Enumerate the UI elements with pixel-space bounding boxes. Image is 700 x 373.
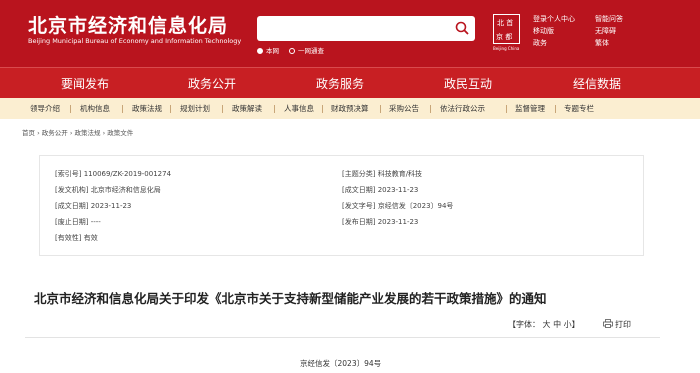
meta-index: [索引号] 110069/ZK-2019-001274 — [55, 170, 172, 178]
meta-expire-date: [废止日期] ---- — [55, 218, 101, 226]
site-logo-title[interactable]: 北京市经济和信息化局 — [28, 11, 228, 38]
weibo-link[interactable]: 政务 — [533, 37, 575, 49]
smart-qa-link[interactable]: 智能问答 — [595, 13, 623, 25]
sub-nav: 领导介绍 机构信息 政策法规 规划计划 政策解读 人事信息 财政预决算 采购公告… — [0, 98, 700, 119]
capital-seal-caption: Beijing China — [493, 46, 520, 51]
breadcrumb-policies[interactable]: 政策法规 — [75, 129, 101, 137]
meta-issuer: [发文机构] 北京市经济和信息化局 — [55, 186, 161, 194]
subnav-legal-admin[interactable]: 依法行政公示 — [440, 103, 485, 114]
subnav-supervision[interactable]: 监督管理 — [515, 103, 545, 114]
meta-written-date: [成文日期] 2023-11-23 — [55, 202, 132, 210]
meta-category: [主题分类] 科技教育/科技 — [342, 170, 423, 178]
breadcrumb-home[interactable]: 首页 — [22, 129, 35, 137]
subnav-divider — [322, 105, 323, 113]
subnav-divider — [506, 105, 507, 113]
main-nav: 要闻发布 政务公开 政务服务 政民互动 经信数据 — [0, 67, 700, 98]
nav-news[interactable]: 要闻发布 — [61, 75, 109, 92]
meta-doc-number: [发文字号] 京经信发〔2023〕94号 — [342, 202, 454, 210]
print-label: 打印 — [615, 320, 631, 329]
breadcrumb: 首页 › 政务公开 › 政策法规 › 政策文件 — [22, 127, 133, 137]
subnav-topics[interactable]: 专题专栏 — [564, 103, 594, 114]
printer-icon — [603, 319, 613, 328]
search-scope-site[interactable]: 本网 — [257, 45, 279, 55]
meta-release-date: [发布日期] 2023-11-23 — [342, 218, 419, 226]
meta-validity: [有效性] 有效 — [55, 234, 98, 242]
mobile-link[interactable]: 移动版 — [533, 25, 575, 37]
article-title: 北京市经济和信息化局关于印发《北京市关于支持新型储能产业发展的若干政策措施》的通… — [34, 291, 547, 306]
subnav-divider — [430, 105, 431, 113]
site-logo-subtitle: Beijing Municipal Bureau of Economy and … — [28, 37, 242, 45]
header-links-right: 智能问答 无障碍 繁体 — [595, 13, 623, 49]
subnav-divider — [222, 105, 223, 113]
header-links-left: 登录个人中心 移动版 政务 — [533, 13, 575, 49]
font-size-control: 【字体： 大 中 小】 — [508, 319, 580, 330]
subnav-budget[interactable]: 财政预决算 — [331, 103, 369, 114]
breadcrumb-policy-docs[interactable]: 政策文件 — [107, 129, 133, 137]
subnav-divider — [170, 105, 171, 113]
subnav-divider — [70, 105, 71, 113]
nav-interaction[interactable]: 政民互动 — [444, 75, 492, 92]
search-icon[interactable] — [455, 21, 469, 35]
document-metadata-box: [索引号] 110069/ZK-2019-001274 [发文机构] 北京市经济… — [39, 155, 644, 256]
search-input[interactable] — [257, 16, 475, 41]
subnav-institutions[interactable]: 机构信息 — [80, 103, 110, 114]
font-size-label: 【字体： — [508, 320, 540, 329]
nav-data[interactable]: 经信数据 — [573, 75, 621, 92]
subnav-personnel[interactable]: 人事信息 — [284, 103, 314, 114]
font-size-medium-button[interactable]: 中 — [553, 320, 561, 329]
nav-gov-services[interactable]: 政务服务 — [316, 75, 364, 92]
meta-publish-date: [成文日期] 2023-11-23 — [342, 186, 419, 194]
accessibility-link[interactable]: 无障碍 — [595, 25, 623, 37]
subnav-divider — [274, 105, 275, 113]
breadcrumb-gov-affairs[interactable]: 政务公开 — [42, 129, 68, 137]
font-size-large-button[interactable]: 大 — [543, 320, 551, 329]
login-link[interactable]: 登录个人中心 — [533, 13, 575, 25]
nav-gov-affairs[interactable]: 政务公开 — [188, 75, 236, 92]
site-header: 北京市经济和信息化局 Beijing Municipal Bureau of E… — [0, 0, 700, 67]
document-number: 京经信发〔2023〕94号 — [300, 359, 382, 368]
capital-seal-logo: 北 首 京 都 — [493, 14, 520, 44]
traditional-chinese-link[interactable]: 繁体 — [595, 37, 623, 49]
subnav-divider — [555, 105, 556, 113]
search-scope-all[interactable]: 一网通查 — [289, 45, 324, 55]
subnav-policies[interactable]: 政策法规 — [132, 103, 162, 114]
font-size-small-button[interactable]: 小】 — [564, 320, 580, 329]
subnav-divider — [380, 105, 381, 113]
radio-selected-icon — [257, 48, 263, 54]
subnav-procurement[interactable]: 采购公告 — [389, 103, 419, 114]
radio-unselected-icon — [289, 48, 295, 54]
search-scope-options: 本网 一网通查 — [257, 45, 324, 55]
subnav-plans[interactable]: 规划计划 — [180, 103, 210, 114]
subnav-divider — [122, 105, 123, 113]
content-divider — [25, 337, 660, 338]
print-button[interactable]: 打印 — [603, 319, 631, 330]
subnav-interpretation[interactable]: 政策解读 — [232, 103, 262, 114]
subnav-leaders[interactable]: 领导介绍 — [30, 103, 60, 114]
